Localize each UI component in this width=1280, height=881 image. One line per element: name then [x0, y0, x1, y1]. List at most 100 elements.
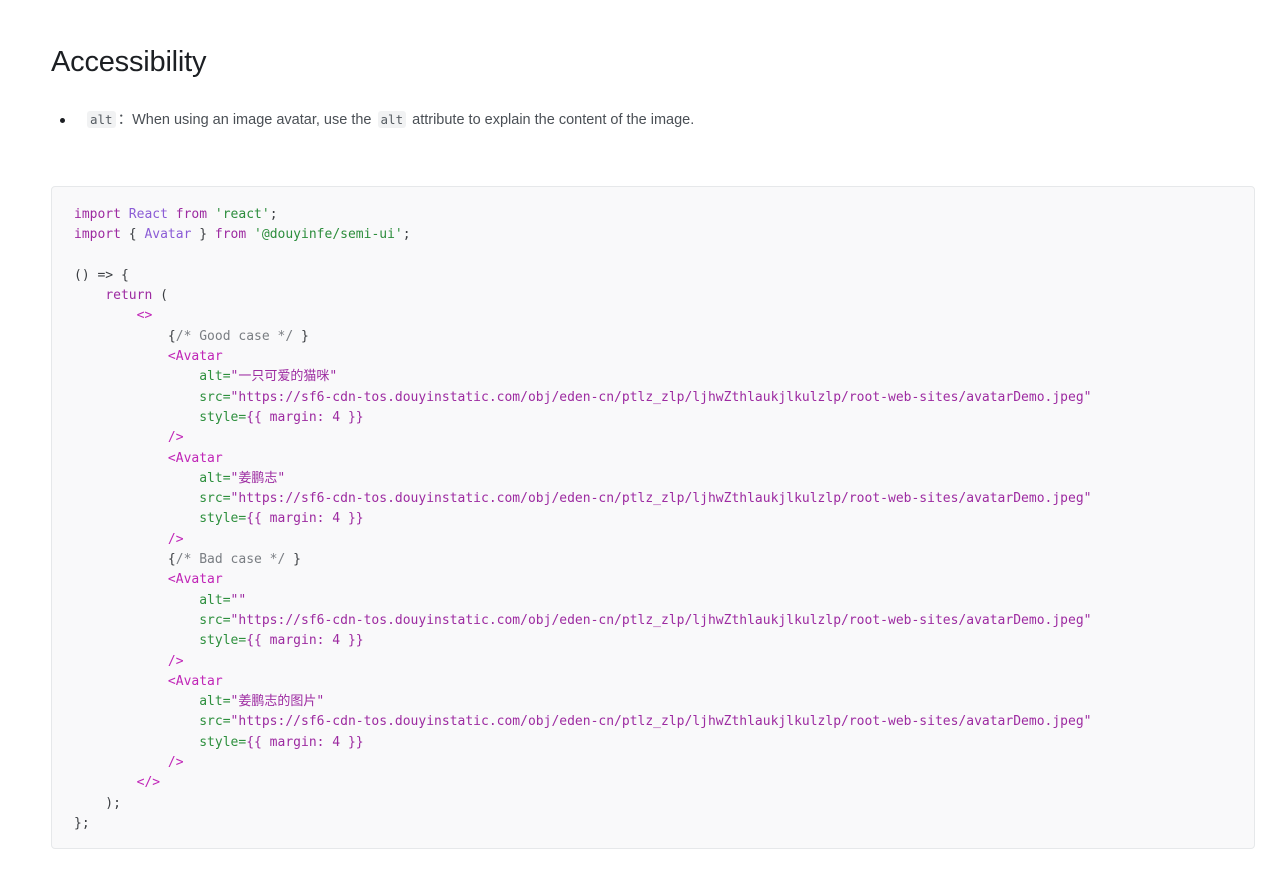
- code-token-plain: }: [285, 552, 301, 568]
- code-token-tag: />: [167, 430, 184, 446]
- code-line: style={{ margin: 4 }}: [74, 733, 1091, 753]
- code-line: return (: [74, 286, 1091, 306]
- code-line: import { Avatar } from '@douyinfe/semi-u…: [74, 225, 1091, 245]
- code-token-keyword: import: [74, 207, 121, 222]
- section-heading: Accessibility: [51, 46, 207, 78]
- code-line: import React from 'react';: [74, 205, 1091, 225]
- code-token-value: "": [230, 592, 247, 608]
- code-line: );: [74, 794, 1091, 814]
- code-token-plain: ;: [269, 207, 278, 222]
- code-token-attr: style=: [199, 409, 247, 425]
- code-line: alt="姜鹏志的图片": [74, 692, 1091, 712]
- code-line: src="https://sf6-cdn-tos.douyinstatic.co…: [74, 611, 1091, 631]
- code-line: />: [74, 652, 1091, 672]
- code-token-tag: <Avatar: [167, 450, 223, 466]
- code-token-tag: <Avatar: [167, 349, 223, 365]
- code-line: style={{ margin: 4 }}: [74, 631, 1091, 651]
- code-token-value: {{ margin: 4 }}: [246, 409, 364, 425]
- code-line: style={{ margin: 4 }}: [74, 408, 1091, 428]
- code-token-plain: () => {: [74, 267, 129, 283]
- code-token-plain: {: [120, 227, 145, 243]
- code-line: src="https://sf6-cdn-tos.douyinstatic.co…: [74, 712, 1091, 732]
- code-line: {/* Good case */ }: [74, 327, 1091, 347]
- code-line: alt="姜鹏志": [74, 469, 1091, 489]
- code-line: <Avatar: [74, 347, 1091, 367]
- code-line: {/* Bad case */ }: [74, 550, 1091, 570]
- code-token-tag: <Avatar: [167, 572, 223, 588]
- code-token-tag: />: [167, 755, 184, 771]
- code-token-keyword: from: [175, 207, 208, 222]
- code-line: <Avatar: [74, 449, 1091, 469]
- code-token-plain: );: [74, 795, 121, 811]
- code-token-value: "https://sf6-cdn-tos.douyinstatic.com/ob…: [230, 491, 1092, 507]
- code-token-tag: </>: [136, 775, 161, 791]
- bullet-text-end: attribute to explain the content of the …: [412, 112, 695, 128]
- code-content: import React from 'react'; import { Avata…: [74, 205, 1091, 834]
- code-token-string: 'react': [214, 207, 270, 222]
- code-token-attr: alt=: [199, 369, 231, 385]
- code-line: src="https://sf6-cdn-tos.douyinstatic.co…: [74, 388, 1091, 408]
- code-line: src="https://sf6-cdn-tos.douyinstatic.co…: [74, 489, 1091, 509]
- code-token-tag: />: [167, 531, 184, 547]
- code-token-attr: src=: [199, 612, 231, 628]
- code-token-plain: };: [74, 815, 90, 831]
- code-line: alt="一只可爱的猫咪": [74, 367, 1091, 387]
- code-token-tag: />: [167, 653, 184, 669]
- code-line: <Avatar: [74, 672, 1091, 692]
- bullet-item-alt: alt ：When using an image avatar, use the …: [51, 108, 1231, 132]
- code-token-plain: {: [74, 328, 176, 344]
- code-token-keyword: from: [214, 227, 247, 243]
- bullet-text: ：When using an image avatar, use the: [117, 112, 372, 128]
- code-token-attr: alt=: [199, 592, 231, 608]
- code-token-value: "一只可爱的猫咪": [230, 369, 338, 385]
- code-token-value: "姜鹏志": [230, 470, 286, 486]
- code-line: style={{ margin: 4 }}: [74, 509, 1091, 529]
- code-token-value: "https://sf6-cdn-tos.douyinstatic.com/ob…: [230, 389, 1092, 405]
- code-token-attr: src=: [199, 491, 231, 507]
- code-token-string: '@douyinfe/semi-ui': [254, 227, 403, 243]
- code-token-keyword: import: [74, 227, 121, 243]
- bullet-list: alt ：When using an image avatar, use the …: [51, 108, 1231, 132]
- code-token-value: {{ margin: 4 }}: [246, 734, 364, 750]
- code-token-value: "https://sf6-cdn-tos.douyinstatic.com/ob…: [230, 612, 1092, 628]
- code-token-tag: <>: [136, 308, 153, 324]
- code-line: <>: [74, 306, 1091, 326]
- bullet-dot-icon: [60, 118, 65, 123]
- code-token-attr: style=: [199, 633, 247, 649]
- code-line: alt="": [74, 591, 1091, 611]
- code-token-plain: ;: [402, 227, 411, 243]
- code-token-ident: React: [128, 207, 168, 222]
- code-token-plain: {: [74, 552, 176, 568]
- code-token-value: "姜鹏志的图片": [230, 694, 325, 710]
- code-token-value: {{ margin: 4 }}: [246, 633, 364, 649]
- code-token-value: {{ margin: 4 }}: [246, 511, 364, 527]
- code-token-comment: /* Good case */: [175, 328, 294, 344]
- code-token-keyword: return: [105, 288, 153, 304]
- code-token-plain: }: [293, 328, 309, 344]
